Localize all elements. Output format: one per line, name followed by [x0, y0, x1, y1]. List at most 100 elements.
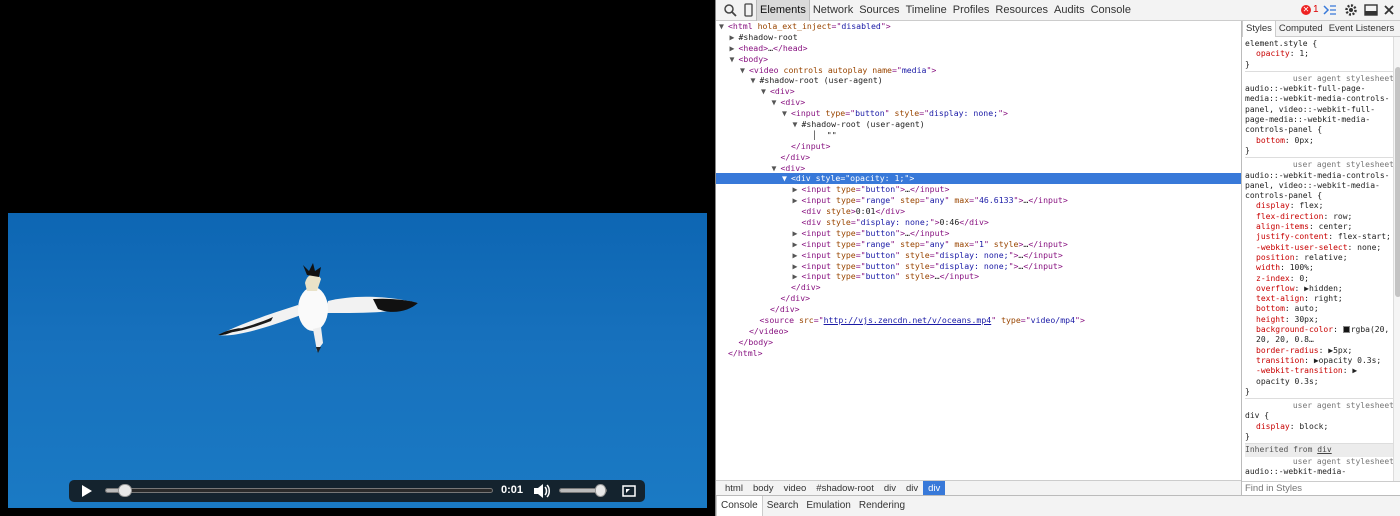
- tree-node[interactable]: ▶ <input type="button" style>…</input>: [716, 271, 1241, 282]
- property-name[interactable]: z-index: [1256, 274, 1290, 283]
- device-mode-icon[interactable]: [741, 3, 755, 17]
- tree-node[interactable]: ▶ <input type="range" step="any" max="1" …: [716, 239, 1241, 250]
- find-in-styles-input[interactable]: [1242, 481, 1400, 495]
- breadcrumb-item[interactable]: div: [901, 481, 923, 496]
- property-value[interactable]: 0;: [1299, 274, 1309, 283]
- property-value[interactable]: ▶opacity 0.3s;: [1314, 356, 1381, 365]
- sidebar-scrollbar[interactable]: [1393, 37, 1400, 481]
- expanded-arrow-icon[interactable]: ▼: [740, 65, 749, 76]
- tree-node[interactable]: │ "": [716, 130, 1241, 141]
- style-property[interactable]: height: 30px;: [1245, 315, 1394, 325]
- sidebar-tab-event-listeners[interactable]: Event Listeners: [1326, 21, 1397, 37]
- tree-node[interactable]: <source src="http://vjs.zencdn.net/v/oce…: [716, 315, 1241, 326]
- collapsed-arrow-icon[interactable]: ▶: [793, 195, 802, 206]
- tree-node[interactable]: ▶ <input type="range" step="any" max="46.…: [716, 195, 1241, 206]
- collapsed-arrow-icon[interactable]: ▶: [730, 43, 739, 54]
- property-value[interactable]: flex-start;: [1338, 232, 1391, 241]
- collapsed-arrow-icon[interactable]: ▶: [793, 250, 802, 261]
- style-property[interactable]: overflow: ▶hidden;: [1245, 284, 1394, 294]
- property-name[interactable]: bottom: [1256, 136, 1285, 145]
- property-value[interactable]: 1;: [1299, 49, 1309, 58]
- style-property[interactable]: -webkit-user-select: none;: [1245, 243, 1394, 253]
- tree-node[interactable]: ▶ <input type="button" style="display: no…: [716, 261, 1241, 272]
- rule-selector[interactable]: element.style {: [1245, 39, 1317, 48]
- tree-node[interactable]: ▶ <input type="button">…</input>: [716, 184, 1241, 195]
- style-property[interactable]: bottom: 0px;: [1245, 136, 1394, 146]
- fullscreen-icon[interactable]: [622, 484, 636, 498]
- property-value[interactable]: none;: [1357, 243, 1381, 252]
- property-name[interactable]: flex-direction: [1256, 212, 1323, 221]
- error-counter[interactable]: ✕ 1: [1301, 4, 1319, 15]
- tree-node[interactable]: </input>: [716, 141, 1241, 152]
- property-name[interactable]: position: [1256, 253, 1295, 262]
- color-swatch[interactable]: [1342, 326, 1350, 334]
- property-value[interactable]: row;: [1333, 212, 1352, 221]
- tab-resources[interactable]: Resources: [992, 0, 1051, 21]
- property-value[interactable]: right;: [1314, 294, 1343, 303]
- collapsed-arrow-icon[interactable]: ▶: [793, 261, 802, 272]
- sidebar-tab-styles[interactable]: Styles: [1242, 21, 1276, 37]
- tree-node[interactable]: </body>: [716, 337, 1241, 348]
- property-name[interactable]: -webkit-user-select: [1256, 243, 1348, 252]
- tree-node[interactable]: ▼ <div>: [716, 97, 1241, 108]
- expanded-arrow-icon[interactable]: ▼: [761, 86, 770, 97]
- rule-selector[interactable]: audio::-webkit-media-: [1245, 467, 1394, 477]
- property-name[interactable]: overflow: [1256, 284, 1295, 293]
- rule-source[interactable]: user agent stylesheet: [1245, 457, 1394, 467]
- style-property[interactable]: width: 100%;: [1245, 263, 1394, 273]
- tree-node[interactable]: ▼ <div>: [716, 86, 1241, 97]
- breadcrumb-item[interactable]: video: [779, 481, 812, 496]
- rule-source[interactable]: user agent stylesheet: [1245, 160, 1394, 170]
- breadcrumb-item[interactable]: div: [923, 480, 946, 496]
- style-property[interactable]: opacity: 1;: [1245, 49, 1394, 59]
- seek-slider[interactable]: [105, 484, 493, 497]
- tree-node[interactable]: </html>: [716, 348, 1241, 359]
- rule-selector[interactable]: audio::-webkit-full-page-media::-webkit-…: [1245, 84, 1390, 134]
- breadcrumb-item[interactable]: html: [720, 481, 748, 496]
- tree-node[interactable]: ▼ <video controls autoplay name="media">: [716, 65, 1241, 76]
- tab-elements[interactable]: Elements: [756, 0, 810, 21]
- expanded-arrow-icon[interactable]: ▼: [751, 75, 760, 86]
- property-value[interactable]: ▶hidden;: [1304, 284, 1343, 293]
- drawer-tab-console[interactable]: Console: [716, 496, 763, 516]
- tab-network[interactable]: Network: [810, 0, 856, 21]
- tab-sources[interactable]: Sources: [856, 0, 902, 21]
- tree-node[interactable]: </div>: [716, 282, 1241, 293]
- breadcrumb-item[interactable]: body: [748, 481, 779, 496]
- settings-gear-icon[interactable]: [1344, 3, 1358, 17]
- property-value[interactable]: 0px;: [1295, 136, 1314, 145]
- expanded-arrow-icon[interactable]: ▼: [772, 97, 781, 108]
- property-name[interactable]: bottom: [1256, 304, 1285, 313]
- source-link[interactable]: http://vjs.zencdn.net/v/oceans.mp4: [824, 315, 992, 325]
- style-property[interactable]: display: flex;: [1245, 201, 1394, 211]
- style-property[interactable]: justify-content: flex-start;: [1245, 232, 1394, 242]
- property-name[interactable]: display: [1256, 201, 1290, 210]
- collapsed-arrow-icon[interactable]: ▶: [793, 228, 802, 239]
- tree-node[interactable]: </div>: [716, 152, 1241, 163]
- collapsed-arrow-icon[interactable]: ▶: [793, 271, 802, 282]
- style-property[interactable]: border-radius: ▶5px;: [1245, 346, 1394, 356]
- volume-slider[interactable]: [559, 484, 607, 497]
- inherited-link[interactable]: div: [1317, 445, 1331, 454]
- property-value[interactable]: center;: [1319, 222, 1353, 231]
- drawer-tab-search[interactable]: Search: [763, 496, 803, 516]
- tab-profiles[interactable]: Profiles: [950, 0, 993, 21]
- rule-selector[interactable]: audio::-webkit-media-controls-panel, vid…: [1245, 171, 1390, 201]
- tree-node[interactable]: <div style="display: none;">0:46</div>: [716, 217, 1241, 228]
- tree-node[interactable]: ▶ <head>…</head>: [716, 43, 1241, 54]
- style-property[interactable]: position: relative;: [1245, 253, 1394, 263]
- tree-node[interactable]: </video>: [716, 326, 1241, 337]
- tree-node[interactable]: ▼ <input type="button" style="display: no…: [716, 108, 1241, 119]
- inspect-search-icon[interactable]: [723, 3, 737, 17]
- style-property[interactable]: bottom: auto;: [1245, 304, 1394, 314]
- property-name[interactable]: justify-content: [1256, 232, 1328, 241]
- property-name[interactable]: height: [1256, 315, 1285, 324]
- style-property[interactable]: background-color: rgba(20, 20, 20, 0.8…: [1245, 325, 1394, 346]
- property-name[interactable]: opacity: [1256, 49, 1290, 58]
- tree-node[interactable]: ▼ #shadow-root (user-agent): [716, 75, 1241, 86]
- volume-icon[interactable]: [533, 483, 551, 499]
- expanded-arrow-icon[interactable]: ▼: [719, 21, 728, 32]
- property-name[interactable]: border-radius: [1256, 346, 1319, 355]
- close-icon[interactable]: [1382, 3, 1396, 17]
- tab-audits[interactable]: Audits: [1051, 0, 1088, 21]
